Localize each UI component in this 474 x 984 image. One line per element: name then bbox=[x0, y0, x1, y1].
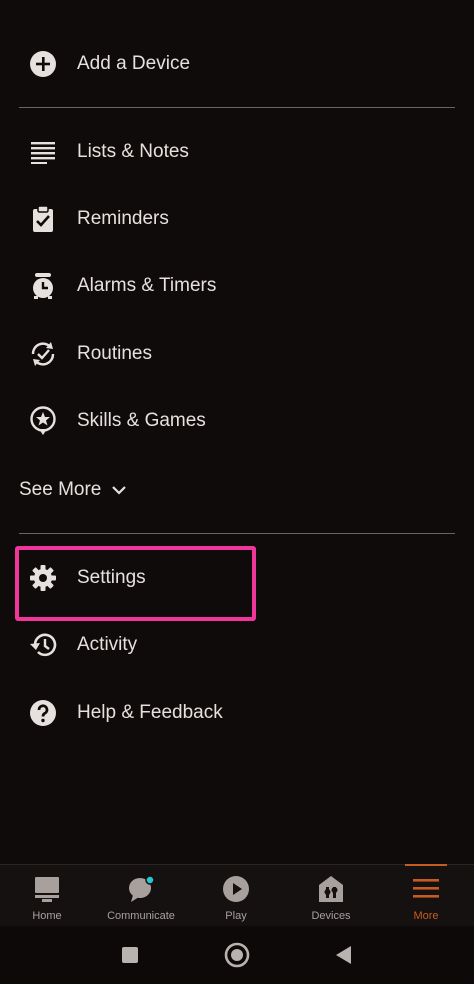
menu-item-add-device[interactable]: Add a Device bbox=[0, 40, 474, 88]
tab-label: Home bbox=[32, 910, 62, 922]
menu-item-lists-notes[interactable]: Lists & Notes bbox=[0, 128, 474, 176]
clipboard-check-icon bbox=[28, 204, 58, 234]
menu-item-label: Routines bbox=[77, 343, 152, 364]
menu-item-reminders[interactable]: Reminders bbox=[0, 195, 474, 243]
tab-label: Communicate bbox=[107, 910, 175, 922]
more-icon bbox=[412, 875, 440, 903]
menu-item-label: Activity bbox=[77, 634, 138, 655]
history-icon bbox=[28, 630, 58, 660]
recents-icon[interactable] bbox=[117, 942, 143, 968]
home-circle-icon[interactable] bbox=[224, 942, 250, 968]
tab-devices[interactable]: Devices bbox=[284, 865, 378, 927]
tab-home[interactable]: Home bbox=[0, 865, 94, 927]
skills-star-icon bbox=[28, 406, 58, 436]
add-circle-icon bbox=[28, 49, 58, 79]
see-more-label: See More bbox=[19, 479, 102, 500]
divider bbox=[19, 533, 455, 534]
system-nav-bar bbox=[0, 926, 474, 984]
see-more-toggle[interactable]: See More bbox=[19, 474, 127, 506]
communicate-icon bbox=[127, 875, 155, 903]
tab-label: More bbox=[413, 910, 439, 922]
settings-highlight-box bbox=[15, 546, 256, 621]
menu-item-alarms-timers[interactable]: Alarms & Timers bbox=[0, 262, 474, 310]
divider bbox=[19, 107, 455, 108]
tab-label: Play bbox=[225, 910, 247, 922]
menu-item-label: Help & Feedback bbox=[77, 702, 223, 723]
chevron-down-icon bbox=[111, 485, 127, 495]
tab-communicate[interactable]: Communicate bbox=[94, 865, 188, 927]
menu-item-label: Add a Device bbox=[77, 53, 191, 74]
menu-item-routines[interactable]: Routines bbox=[0, 330, 474, 378]
tab-play[interactable]: Play bbox=[189, 865, 283, 927]
menu-item-label: Skills & Games bbox=[77, 410, 206, 431]
tab-more[interactable]: More bbox=[379, 865, 473, 927]
bottom-nav: Home Communicate Play Devices More bbox=[0, 864, 474, 927]
alarm-clock-icon bbox=[28, 271, 58, 301]
menu-item-help-feedback[interactable]: Help & Feedback bbox=[0, 689, 474, 737]
home-icon bbox=[33, 875, 61, 903]
menu-item-label: Lists & Notes bbox=[77, 141, 189, 162]
routines-icon bbox=[28, 339, 58, 369]
list-icon bbox=[28, 137, 58, 167]
devices-icon bbox=[317, 875, 345, 903]
menu-item-activity[interactable]: Activity bbox=[0, 621, 474, 669]
back-icon[interactable] bbox=[331, 942, 357, 968]
tab-label: Devices bbox=[311, 910, 351, 922]
menu-item-skills-games[interactable]: Skills & Games bbox=[0, 397, 474, 445]
menu-item-label: Reminders bbox=[77, 208, 169, 229]
play-icon bbox=[222, 875, 250, 903]
menu-item-label: Alarms & Timers bbox=[77, 275, 217, 296]
help-icon bbox=[28, 698, 58, 728]
